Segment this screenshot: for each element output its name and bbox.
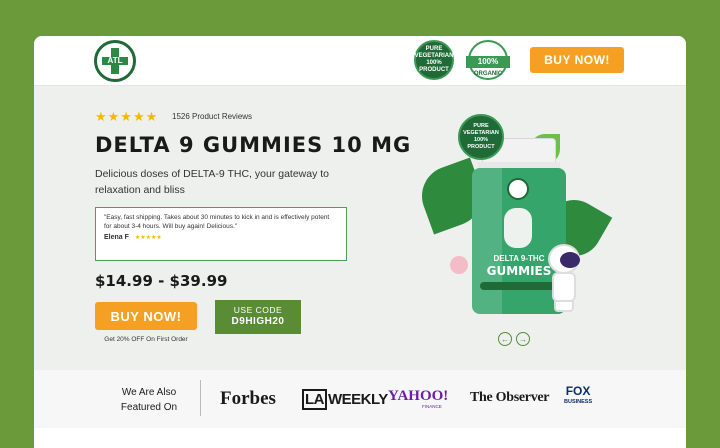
la-prefix: LA [302, 389, 327, 410]
yahoo-finance-sub: FINANCE [422, 404, 442, 409]
label-logo-icon [507, 178, 529, 200]
testimonial-card: "Easy, fast shipping. Takes about 30 min… [95, 207, 347, 261]
promo-code-value: D9HIGH20 [231, 316, 285, 327]
product-title: DELTA 9 GUMMIES 10 MG [95, 133, 412, 157]
organic-badge: 100% ORGANIC [466, 40, 510, 80]
organic-badge-sub: ORGANIC [473, 70, 503, 77]
testimonial-quote: "Easy, fast shipping. Takes about 30 min… [104, 214, 330, 230]
author-stars: ★★★★★ [134, 235, 162, 241]
fox-business-sub: BUSINESS [564, 399, 593, 405]
author-name: Elena F [104, 234, 129, 241]
product-image: DELTA 9-THC GUMMIES PURE VEGETARIAN 100%… [413, 114, 620, 334]
flower-icon [450, 256, 468, 274]
promo-code-box[interactable]: USE CODE D9HIGH20 [215, 300, 301, 334]
yahoo-finance-logo: YAHOO! [388, 388, 449, 404]
fox-text: FOX [565, 384, 591, 398]
bottle-vegetarian-badge: PURE VEGETARIAN 100% PRODUCT [458, 114, 504, 160]
fox-business-logo: FOX BUSINESS [564, 384, 593, 408]
discount-note: Get 20% OFF On First Order [104, 336, 188, 343]
bottle-badge-text: PURE VEGETARIAN 100% PRODUCT [463, 123, 499, 150]
promo-code-label: USE CODE [233, 305, 283, 315]
testimonial-author: Elena F ★★★★★ [104, 234, 338, 241]
featured-label: We Are Also Featured On [120, 387, 178, 413]
review-count[interactable]: 1526 Product Reviews [172, 112, 252, 121]
price-range: $14.99 - $39.99 [95, 272, 228, 290]
astronaut-icon [544, 244, 584, 314]
cross-icon: ATL [102, 48, 128, 74]
laweekly-logo: LA WEEKLY [302, 389, 388, 410]
product-subtitle: Delicious doses of DELTA-9 THC, your gat… [95, 168, 330, 196]
rating-stars: ★★★★★ [95, 109, 159, 124]
logo[interactable]: ATL [94, 40, 136, 82]
observer-logo: The Observer [470, 390, 550, 405]
vegetarian-badge: PURE VEGETARIAN 100% PRODUCT [414, 40, 454, 80]
astronaut-label-icon [504, 208, 532, 248]
forbes-logo: Forbes [220, 388, 276, 409]
organic-badge-text: 100% [466, 56, 510, 68]
weekly-text: WEEKLY [328, 391, 388, 408]
hero-buy-button[interactable]: BUY NOW! [95, 302, 197, 330]
header-buy-button[interactable]: BUY NOW! [530, 47, 624, 73]
carousel-controls: ← → [498, 332, 530, 346]
carousel-prev-button[interactable]: ← [498, 332, 512, 346]
site-header: ATL PURE VEGETARIAN 100% PRODUCT 100% OR… [34, 36, 686, 86]
vegetarian-badge-text: PURE VEGETARIAN 100% PRODUCT [414, 46, 454, 73]
logo-text: ATL [107, 56, 123, 65]
carousel-next-button[interactable]: → [516, 332, 530, 346]
featured-divider [200, 380, 201, 416]
